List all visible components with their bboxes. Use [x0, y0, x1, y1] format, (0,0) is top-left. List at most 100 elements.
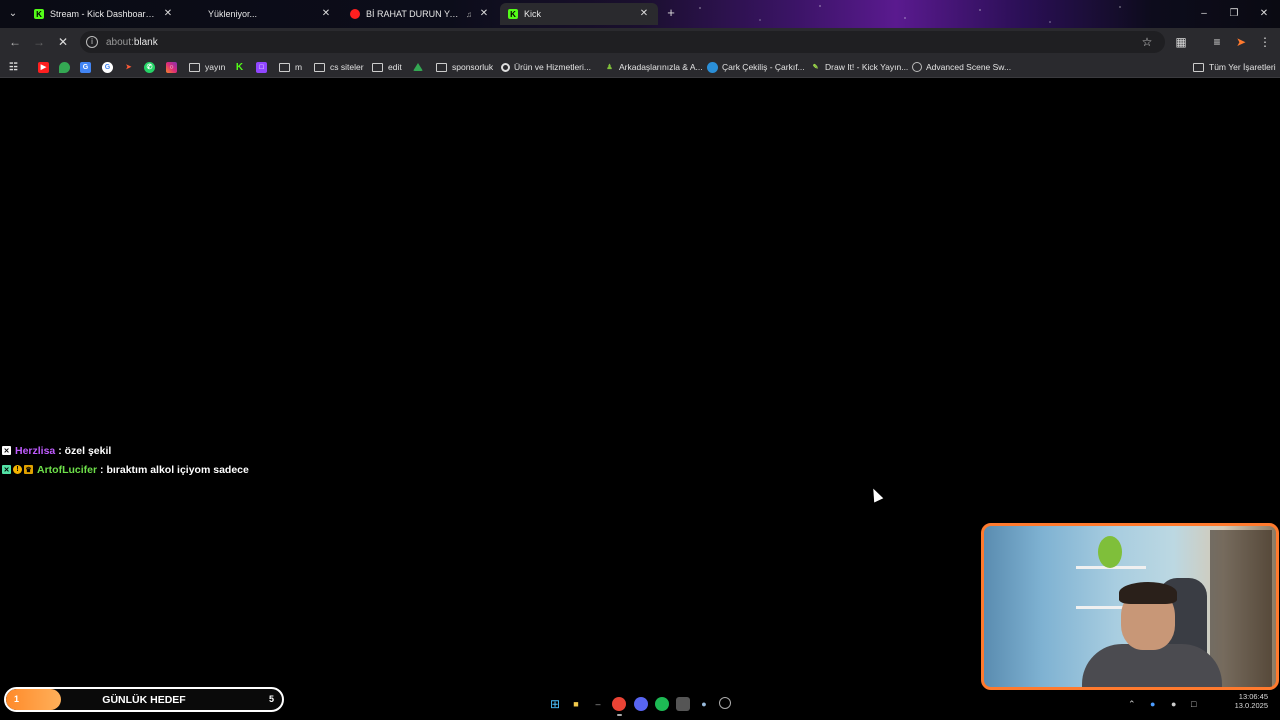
bookmarks-bar: ☷ ▶ G G ➤ ✆ ○ yayın K □ m cs siteler edi… [0, 56, 1280, 78]
close-icon[interactable]: ✕ [638, 8, 650, 20]
tab-kick[interactable]: K Kick ✕ [500, 3, 658, 25]
wheel-icon [707, 61, 718, 73]
twitch-bookmark-icon[interactable]: □ [256, 60, 271, 74]
youtube-icon [350, 9, 360, 19]
media-queue-icon[interactable]: ≡ [1208, 33, 1226, 51]
shelf-rack [1210, 530, 1272, 687]
bookmark-folder-edit[interactable]: edit [372, 60, 402, 74]
chat-text: özel şekil [64, 444, 112, 457]
bookmark-folder-m[interactable]: m [279, 60, 302, 74]
drive-bookmark-icon[interactable] [413, 60, 427, 74]
goal-label: GÜNLÜK HEDEF [102, 694, 186, 706]
toy-figure [1098, 536, 1122, 568]
tray-chevron-icon[interactable]: ⌃ [1128, 698, 1136, 710]
stop-loading-icon[interactable]: ✕ [54, 33, 72, 51]
folder-icon [314, 62, 325, 72]
obs-icon [912, 62, 922, 72]
close-icon[interactable]: ✕ [478, 8, 490, 20]
kick-icon: K [34, 9, 44, 19]
circle-icon [501, 62, 510, 72]
new-tab-plus-icon[interactable]: + [664, 6, 678, 20]
chat-message: ✕ Herzlisa : özel şekil [2, 441, 249, 460]
translate-bookmark-icon[interactable]: G [80, 60, 95, 74]
instagram-bookmark-icon[interactable]: ○ [166, 60, 181, 74]
apps-grid-icon[interactable]: ☷ [8, 60, 23, 74]
url-scheme: about: [106, 36, 134, 48]
tab-youtube[interactable]: Bİ RAHAT DURUN YA! | SSn ♫ ✕ [342, 3, 498, 25]
bookmark-urun-ve-hizmetleri[interactable]: Ürün ve Hizmetleri... [501, 60, 591, 74]
pencil-icon: ✎ [812, 64, 819, 71]
minimize-icon[interactable]: – [1196, 6, 1212, 22]
chat-separator: : [55, 444, 65, 457]
bookmark-arkadaslarinizla[interactable]: ♟ Arkadaşlarınızla & A... [604, 60, 702, 74]
send-bookmark-icon[interactable]: ➤ [123, 60, 138, 74]
back-arrow-icon[interactable]: ← [6, 33, 24, 51]
kick-bookmark-icon[interactable]: K [234, 60, 249, 74]
maps-bookmark-icon[interactable] [59, 60, 74, 74]
windows-start-icon[interactable]: ⊞ [548, 697, 562, 711]
bookmark-cark-cekilis[interactable]: Çark Çekiliş - Çarkıf... [707, 60, 805, 74]
restore-icon[interactable]: ❐ [1226, 6, 1242, 22]
site-info-icon[interactable]: i [86, 36, 98, 48]
folder-icon [1193, 62, 1204, 72]
obs-taskbar-icon[interactable] [719, 697, 731, 709]
speaker-icon[interactable]: ♫ [466, 10, 472, 19]
kick-icon: K [508, 9, 518, 19]
moderator-badge-icon: ✕ [2, 465, 11, 474]
webcam-overlay [981, 523, 1279, 690]
chat-message: ✕ ! ♛ ArtofLucifer : bıraktım alkol içiy… [2, 460, 249, 479]
steam-icon[interactable]: ● [697, 697, 711, 711]
chat-overlay: ✕ Herzlisa : özel şekil ✕ ! ♛ ArtofLucif… [2, 441, 249, 479]
folder-icon [279, 62, 290, 72]
window-close-icon[interactable]: ✕ [1256, 6, 1272, 22]
chat-username: Herzlisa [15, 444, 56, 457]
chat-username: ArtofLucifer [37, 463, 98, 476]
close-icon[interactable]: ✕ [320, 8, 332, 20]
google-bookmark-icon[interactable]: G [102, 60, 117, 74]
close-icon[interactable]: ✕ [162, 8, 174, 20]
clock-date: 13.0.2025 [1234, 701, 1268, 710]
bookmark-star-icon[interactable]: ☆ [1138, 33, 1156, 51]
discord-icon[interactable] [634, 697, 648, 711]
goal-target: 5 [268, 694, 274, 704]
crown-badge-icon: ♛ [24, 465, 33, 474]
folder-icon [436, 62, 447, 72]
tab-search-chevron-icon[interactable]: ⌄ [4, 5, 22, 23]
tab-kick-dashboard[interactable]: K Stream - Kick Dashboard - ✕ [26, 3, 182, 25]
address-bar[interactable]: i about:blank [80, 31, 1165, 53]
spotify-icon[interactable] [655, 697, 669, 711]
tab-loading[interactable]: Yükleniyor... ✕ [184, 3, 340, 25]
network-icon[interactable]: □ [1191, 698, 1196, 710]
bluetooth-icon[interactable]: ● [1150, 698, 1155, 710]
url-path: blank [133, 36, 158, 48]
extension-arrow-icon[interactable]: ➤ [1232, 33, 1250, 51]
chrome-icon[interactable] [612, 697, 626, 711]
system-clock[interactable]: 13:06:45 13.0.2025 [1232, 692, 1268, 710]
clock-time: 13:06:45 [1238, 692, 1268, 701]
moderator-badge-icon: ✕ [2, 446, 11, 455]
extensions-puzzle-icon[interactable]: ▦ [1172, 33, 1190, 51]
file-explorer-icon[interactable]: ■ [569, 697, 583, 711]
person-hair [1119, 582, 1177, 604]
folder-icon [372, 62, 383, 72]
app-icon[interactable] [676, 697, 690, 711]
bookmark-folder-yayin[interactable]: yayın [189, 60, 225, 74]
bookmark-draw-it[interactable]: ✎ Draw It! - Kick Yayın... [810, 60, 909, 74]
all-bookmarks-folder[interactable]: Tüm Yer İşaretleri [1193, 60, 1276, 74]
whatsapp-bookmark-icon[interactable]: ✆ [144, 60, 159, 74]
loading-icon [192, 9, 202, 19]
og-badge-icon: ! [13, 465, 22, 474]
bookmark-folder-cs-siteler[interactable]: cs siteler [314, 60, 364, 74]
screen: ⌄ K Stream - Kick Dashboard - ✕ Yükleniy… [0, 0, 1280, 720]
menu-kebab-icon[interactable]: ⋮ [1256, 33, 1274, 51]
forward-arrow-icon[interactable]: → [30, 33, 48, 51]
bookmark-folder-sponsorluk[interactable]: sponsorluk [436, 60, 493, 74]
chat-text: bıraktım alkol içiyom sadece [106, 463, 249, 476]
terminal-icon[interactable]: – [591, 697, 605, 711]
browser-tab-strip: ⌄ K Stream - Kick Dashboard - ✕ Yükleniy… [0, 0, 1280, 28]
mouse-cursor-icon [868, 486, 884, 503]
microphone-icon[interactable]: ● [1171, 698, 1176, 710]
youtube-bookmark-icon[interactable]: ▶ [38, 60, 53, 74]
bookmark-advanced-scene[interactable]: Advanced Scene Sw... [912, 60, 1011, 74]
chat-separator: : [97, 463, 107, 476]
